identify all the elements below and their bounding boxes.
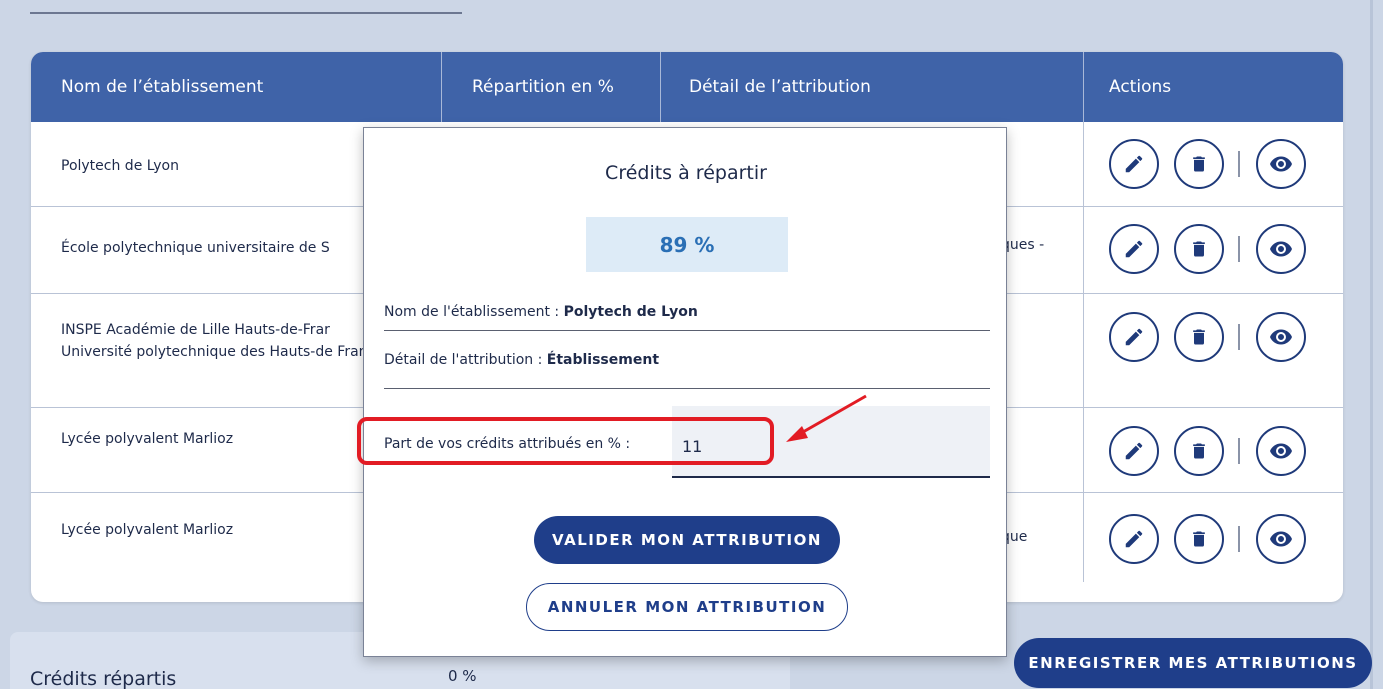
row-name: École polytechnique universitaire de S [61,240,330,256]
eye-icon [1270,329,1292,345]
save-attributions-button[interactable]: ENREGISTRER MES ATTRIBUTIONS [1014,638,1372,688]
eye-icon [1270,531,1292,547]
trash-icon [1193,156,1205,172]
credits-repartis-value: 0 % [448,667,477,685]
pencil-icon [1125,240,1143,258]
credits-modal: Crédits à répartir 89 % Nom de l'établis… [363,127,1007,657]
edit-button[interactable] [1109,312,1159,362]
delete-button[interactable] [1174,224,1224,274]
view-button[interactable] [1256,224,1306,274]
attribution-detail-label: Détail de l'attribution : [384,352,547,368]
row-actions [1109,139,1306,189]
top-divider [30,12,462,14]
header-actions: Actions [1109,77,1172,97]
row-name: INSPE Académie de Lille Hauts-de-Frar Un… [61,322,384,360]
action-separator [1238,236,1240,262]
action-separator [1238,151,1240,177]
pencil-icon [1125,530,1143,548]
establishment-name-line: Nom de l'établissement : Polytech de Lyo… [384,304,990,331]
view-button[interactable] [1256,312,1306,362]
delete-button[interactable] [1174,426,1224,476]
row-name: Lycée polyvalent Marlioz [61,522,234,538]
eye-icon [1270,156,1292,172]
row-detail: ques - [1001,237,1045,253]
delete-button[interactable] [1174,312,1224,362]
cancel-attribution-button[interactable]: ANNULER MON ATTRIBUTION [526,583,848,631]
trash-icon [1193,531,1205,547]
row-actions [1109,312,1306,362]
edit-button[interactable] [1109,224,1159,274]
establishment-name-label: Nom de l'établissement : [384,304,564,320]
highlight-box [357,417,774,465]
edit-button[interactable] [1109,426,1159,476]
header-detail: Détail de l’attribution [689,77,871,97]
row-actions [1109,514,1306,564]
eye-icon [1270,443,1292,459]
pencil-icon [1125,328,1143,346]
edit-button[interactable] [1109,139,1159,189]
pencil-icon [1125,442,1143,460]
credits-repartis-label: Crédits répartis [30,668,177,689]
header-divider [1083,52,1084,122]
modal-title: Crédits à répartir [605,162,767,184]
header-divider [660,52,661,122]
action-separator [1238,438,1240,464]
row-name: Lycée polyvalent Marlioz [61,431,234,447]
establishment-name-value: Polytech de Lyon [563,304,698,320]
trash-icon [1193,443,1205,459]
credits-percentage: 89 % [586,217,788,272]
eye-icon [1270,241,1292,257]
delete-button[interactable] [1174,139,1224,189]
annotation-arrow-icon [786,394,867,442]
pencil-icon [1125,155,1143,173]
row-name: Polytech de Lyon [61,158,179,174]
action-separator [1238,324,1240,350]
attribution-detail-line: Détail de l'attribution : Établissement [384,352,990,389]
attribution-detail-value: Établissement [546,352,660,368]
delete-button[interactable] [1174,514,1224,564]
edit-button[interactable] [1109,514,1159,564]
row-actions [1109,426,1306,476]
view-button[interactable] [1256,514,1306,564]
row-actions [1109,224,1306,274]
view-button[interactable] [1256,426,1306,476]
action-separator [1238,526,1240,552]
table-header: Nom de l’établissement Répartition en % … [31,52,1343,122]
view-button[interactable] [1256,139,1306,189]
trash-icon [1193,241,1205,257]
header-name: Nom de l’établissement [61,77,264,97]
validate-attribution-button[interactable]: VALIDER MON ATTRIBUTION [534,516,840,564]
header-repartition: Répartition en % [472,77,614,97]
trash-icon [1193,329,1205,345]
header-divider [441,52,442,122]
